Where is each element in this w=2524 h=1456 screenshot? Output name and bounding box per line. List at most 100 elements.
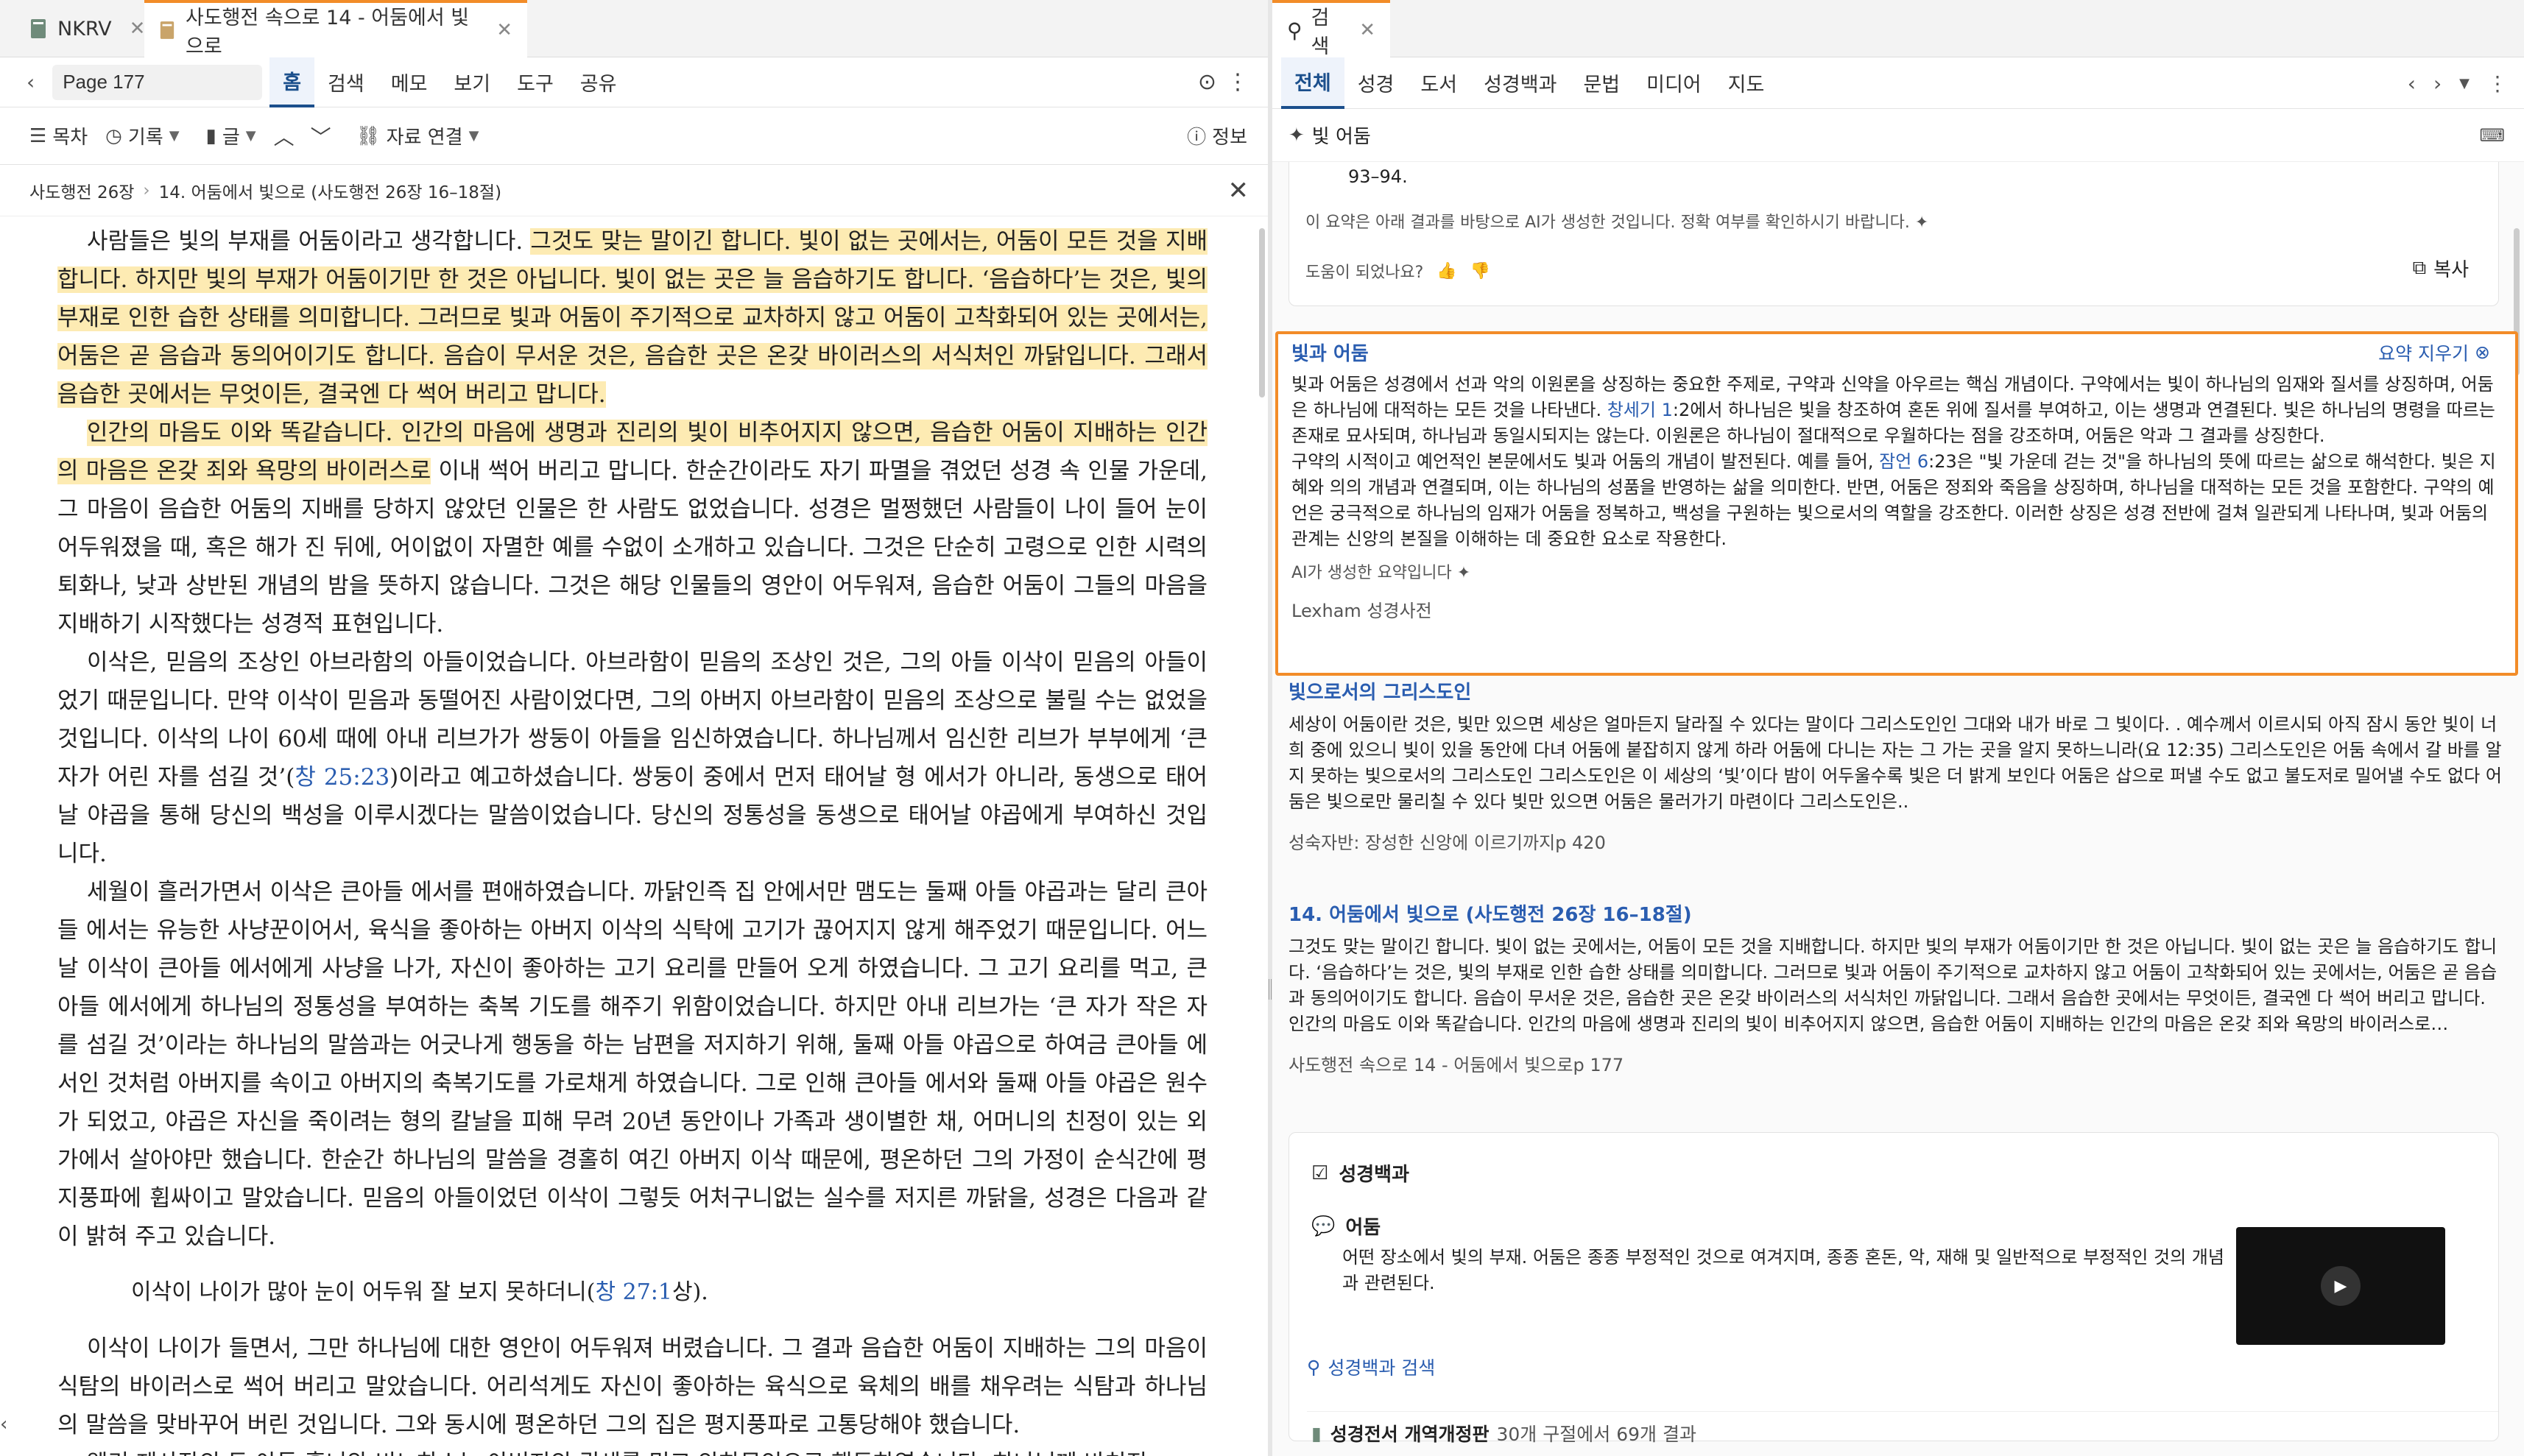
breadcrumb-chapter[interactable]: 14. 어둠에서 빛으로 (사도행전 26장 16–18절): [159, 178, 501, 203]
search-nav: ‹ › ▼ ⋮: [2399, 57, 2524, 109]
encyclopedia-item[interactable]: 💬 어둠: [1311, 1212, 1381, 1240]
tab-grammar[interactable]: 문법: [1570, 57, 1633, 109]
bible-result-row[interactable]: ▮ 성경전서 개역개정판 30개 구절에서 69개 결과: [1311, 1420, 1696, 1446]
info-label: 정보: [1212, 127, 1247, 149]
search-category-tabs: 전체 성경 도서 성경백과 문법 미디어 지도: [1272, 57, 2524, 109]
close-tab-icon[interactable]: ✕: [1359, 19, 1375, 41]
right-tab-bar: ⚲ 검색 ✕: [1272, 0, 2524, 58]
keyboard-icon[interactable]: ⌨: [2479, 125, 2505, 146]
tab-notes[interactable]: 메모: [378, 57, 441, 107]
splitter-grip[interactable]: [1269, 979, 1272, 1000]
sparkle-icon: ✦: [1456, 564, 1471, 582]
reader-pane: NKRV ✕ 사도행전 속으로 14 - 어둠에서 빛으로 ✕ ‹ 홈 검색 메…: [0, 0, 1268, 1456]
tab-encyclopedia[interactable]: 성경백과: [1470, 57, 1570, 109]
next-arrow-icon[interactable]: ﹀: [311, 121, 331, 151]
scripture-link[interactable]: 창세기 1: [1607, 400, 1673, 420]
close-tab-icon[interactable]: ✕: [130, 18, 146, 40]
scripture-link[interactable]: 창 25:23: [295, 764, 389, 791]
tab-current-book[interactable]: 사도행전 속으로 14 - 어둠에서 빛으로 ✕: [144, 0, 527, 58]
tab-search[interactable]: 검색: [314, 57, 378, 107]
collapse-left-icon[interactable]: ‹: [0, 1413, 7, 1435]
highlight[interactable]: 그것도 맞는 말이긴 합니다. 빛이 없는 곳에서는, 어둠이 모든 것을 지배…: [57, 228, 1208, 408]
history-label: 기록: [127, 127, 163, 149]
tab-nkrv[interactable]: NKRV ✕: [15, 0, 160, 57]
result-title[interactable]: 14. 어둠에서 빛으로 (사도행전 26장 16–18절): [1289, 900, 2503, 927]
tab-home[interactable]: 홈: [269, 57, 315, 107]
result-snippet: 그것도 맞는 말이긴 합니다. 빛이 없는 곳에서는, 어둠이 모든 것을 지배…: [1289, 936, 2497, 1034]
search-icon: ⚲: [1287, 18, 1302, 43]
result-source[interactable]: 사도행전 속으로 14 - 어둠에서 빛으로p 177: [1289, 1050, 2503, 1076]
copy-button[interactable]: ⧉ 복사: [2413, 255, 2469, 282]
text: 사람들은 빛의 부재를 어둠이라고 생각합니다.: [87, 228, 531, 255]
close-icon[interactable]: ✕: [1228, 176, 1249, 205]
search-pane: ⚲ 검색 ✕ 전체 성경 도서 성경백과 문법 미디어 지도 ‹ › ▼ ⋮ ✦…: [1272, 0, 2524, 1456]
tab-view[interactable]: 보기: [440, 57, 504, 107]
resource-link-button[interactable]: ⛓ 자료 연결 ▼: [356, 122, 479, 149]
paragraph: 엘리 제사장의 두 아들 홉니와 비느하스는 아버지의 권세를 믿고 안하무인으…: [57, 1444, 1208, 1456]
encyclopedia-search-link[interactable]: ⚲ 성경백과 검색: [1307, 1354, 1435, 1380]
text-size-icon: ▮: [205, 124, 216, 147]
chevron-down-icon[interactable]: ▼: [2450, 76, 2478, 91]
ai-summary-box: 빛과 어둠 요약 지우기 ⊗ 빛과 어둠은 성경에서 선과 악의 이원론을 상징…: [1275, 331, 2518, 676]
app-window: NKRV ✕ 사도행전 속으로 14 - 어둠에서 빛으로 ✕ ‹ 홈 검색 메…: [0, 0, 2524, 1456]
clock-icon: ◷: [105, 124, 122, 147]
clear-summary-button[interactable]: 요약 지우기 ⊗: [2378, 339, 2490, 366]
copy-label: 복사: [2433, 259, 2469, 281]
text-button[interactable]: ▮ 글 ▼: [206, 122, 256, 149]
thumbs-up-icon[interactable]: 👍: [1437, 262, 1456, 280]
chevron-down-icon: ▼: [468, 128, 479, 144]
tab-label: NKRV: [57, 17, 112, 40]
more-icon[interactable]: ⋮: [1227, 69, 1249, 95]
search-icon: ⚲: [1307, 1356, 1321, 1378]
tab-tools[interactable]: 도구: [504, 57, 567, 107]
prev-arrow-icon[interactable]: ︿: [274, 121, 295, 151]
clear-summary-label: 요약 지우기: [2378, 342, 2470, 364]
ai-generated-note: AI가 생성한 요약입니다 ✦: [1291, 559, 2502, 583]
text: 이삭이 나이가 많아 눈이 어두워 잘 보지 못하더니(: [131, 1279, 596, 1305]
video-thumbnail[interactable]: ▶: [2236, 1227, 2445, 1345]
tab-media[interactable]: 미디어: [1633, 57, 1715, 109]
back-icon[interactable]: ‹: [16, 70, 45, 94]
ai-summary-source[interactable]: Lexham 성경사전: [1291, 596, 2502, 622]
sparkle-icon: ✦: [1289, 124, 1305, 146]
bible-result-meta: 30개 구절에서 69개 결과: [1496, 1424, 1696, 1445]
reader-toolbar: ‹ 홈 검색 메모 보기 도구 공유 ⊙ ⋮: [0, 57, 1268, 107]
tab-search-panel[interactable]: ⚲ 검색 ✕: [1272, 0, 1390, 58]
thumbs-down-icon[interactable]: 👎: [1470, 262, 1490, 280]
forward-icon[interactable]: ›: [2425, 71, 2450, 96]
tab-maps[interactable]: 지도: [1715, 57, 1778, 109]
tab-books[interactable]: 도서: [1407, 57, 1470, 109]
search-query[interactable]: 빛 어둠: [1312, 121, 1371, 149]
play-icon[interactable]: ▶: [2321, 1266, 2361, 1306]
ai-summary-title: 빛과 어둠: [1291, 343, 1369, 365]
info-button[interactable]: ⓘ 정보: [1187, 122, 1247, 149]
more-icon[interactable]: ⋮: [2478, 71, 2517, 96]
result-title[interactable]: 빛으로서의 그리스도인: [1289, 677, 2503, 704]
bible-result-title: 성경전서 개역개정판: [1330, 1424, 1490, 1445]
sync-icon[interactable]: ⊙: [1198, 69, 1216, 95]
breadcrumb-book[interactable]: 사도행전 26장: [29, 178, 134, 203]
chevron-down-icon: ▼: [169, 128, 180, 144]
close-tab-icon[interactable]: ✕: [496, 19, 512, 41]
search-query-bar[interactable]: ✦ 빛 어둠 ⌨: [1272, 109, 2524, 162]
text-label: 글: [222, 127, 240, 149]
tab-bible[interactable]: 성경: [1344, 57, 1408, 109]
reader-scrollbar[interactable]: [1259, 228, 1265, 397]
page-input[interactable]: [52, 64, 263, 100]
encyclopedia-heading: ☑ 성경백과: [1311, 1159, 1409, 1187]
reader-toolbar-secondary: ☰ 목차 ◷ 기록 ▼ ▮ 글 ▼ ︿ ﹀ ⛓ 자료 연결 ▼ ⓘ 정보: [0, 107, 1268, 165]
scripture-link[interactable]: 창 27:1: [595, 1279, 672, 1305]
back-icon[interactable]: ‹: [2399, 71, 2425, 96]
book-icon: ▮: [1311, 1422, 1322, 1444]
list-icon: ☰: [29, 124, 47, 147]
paragraph: 세월이 흘러가면서 이삭은 큰아들 에서를 편애하였습니다. 까닭인즉 집 안에…: [57, 879, 1208, 1250]
ai-disclaimer: 이 요약은 아래 결과를 바탕으로 AI가 생성한 것입니다. 정확 여부를 확…: [1305, 209, 1928, 233]
toc-button[interactable]: ☰ 목차: [29, 122, 88, 149]
history-button[interactable]: ◷ 기록 ▼: [105, 122, 179, 149]
tab-all[interactable]: 전체: [1281, 57, 1344, 109]
scripture-link[interactable]: 잠언 6: [1879, 451, 1928, 472]
close-circle-icon: ⊗: [2475, 342, 2490, 363]
result-source[interactable]: 성숙자반: 장성한 신앙에 이르기까지p 420: [1289, 828, 2503, 854]
summary-pages: 93–94.: [1348, 166, 1408, 187]
tab-share[interactable]: 공유: [567, 57, 630, 107]
